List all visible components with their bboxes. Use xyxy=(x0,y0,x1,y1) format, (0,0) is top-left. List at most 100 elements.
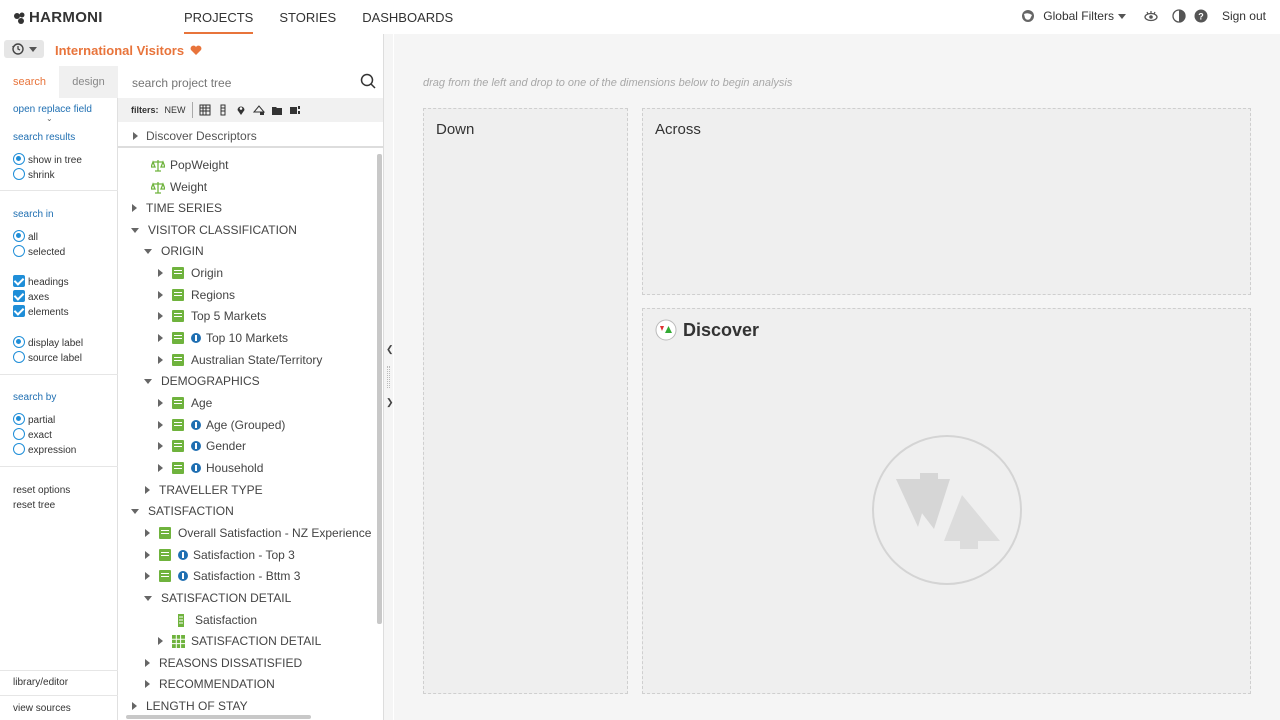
nav-stories[interactable]: STORIES xyxy=(279,0,336,34)
tree-row-household[interactable]: Household xyxy=(158,458,263,478)
expand-arrow-icon[interactable] xyxy=(145,572,150,580)
tree-row-age[interactable]: Age xyxy=(158,393,212,413)
tree-row-origin[interactable]: Origin xyxy=(158,263,223,283)
info-icon[interactable] xyxy=(191,463,201,473)
column-filter-icon[interactable] xyxy=(217,104,229,116)
headings-checkbox[interactable]: headings xyxy=(13,275,69,288)
nav-dashboards[interactable]: DASHBOARDS xyxy=(362,0,453,34)
source-label-radio[interactable]: source label xyxy=(13,351,82,364)
expand-arrow-icon[interactable] xyxy=(145,486,150,494)
tree-row-satisfaction-folder[interactable]: SATISFACTION xyxy=(131,501,234,521)
info-icon[interactable] xyxy=(191,441,201,451)
tree-row-satisfaction-detail-folder[interactable]: SATISFACTION DETAIL xyxy=(144,588,291,608)
tree-row-traveller-type[interactable]: TRAVELLER TYPE xyxy=(145,480,263,500)
tree-row-overall-satisfaction[interactable]: Overall Satisfaction - NZ Experience xyxy=(145,523,371,543)
sign-out-link[interactable]: Sign out xyxy=(1222,9,1266,23)
tree-row-recommendation[interactable]: RECOMMENDATION xyxy=(145,674,275,694)
tree-row-length-of-stay[interactable]: LENGTH OF STAY xyxy=(132,696,248,714)
global-filters-button[interactable]: Global Filters xyxy=(1043,9,1126,23)
library-editor-link[interactable]: library/editor xyxy=(13,677,68,688)
collapse-arrow-icon[interactable] xyxy=(144,248,152,254)
tree-row-popweight[interactable]: PopWeight xyxy=(151,155,228,175)
heart-icon[interactable] xyxy=(190,45,202,56)
expand-arrow-icon[interactable] xyxy=(158,356,163,364)
expand-arrow-icon[interactable] xyxy=(145,551,150,559)
expand-arrow-icon[interactable] xyxy=(145,659,150,667)
search-icon[interactable] xyxy=(360,73,376,89)
tree-row-top-5-markets[interactable]: Top 5 Markets xyxy=(158,306,266,326)
tree-row-satisfaction-bttm-3[interactable]: Satisfaction - Bttm 3 xyxy=(145,566,300,586)
expand-arrow-icon[interactable] xyxy=(158,442,163,450)
info-icon[interactable] xyxy=(191,333,201,343)
reset-tree-link[interactable]: reset tree xyxy=(13,500,55,511)
grid-filter-icon[interactable] xyxy=(199,104,211,116)
chevron-down-icon[interactable]: ⌄ xyxy=(46,114,53,123)
info-icon[interactable] xyxy=(191,420,201,430)
across-drop-zone[interactable]: Across xyxy=(642,108,1251,295)
table-filter-icon[interactable] xyxy=(289,104,301,116)
tree-vertical-scrollbar[interactable] xyxy=(377,154,382,624)
location-pin-icon[interactable] xyxy=(235,104,247,116)
info-icon[interactable] xyxy=(178,550,188,560)
expand-arrow-icon[interactable] xyxy=(158,464,163,472)
reset-options-link[interactable]: reset options xyxy=(13,485,70,496)
nav-projects[interactable]: PROJECTS xyxy=(184,0,254,34)
expand-arrow-icon[interactable] xyxy=(145,680,150,688)
collapse-left-icon[interactable]: ❮ xyxy=(386,344,394,355)
help-icon[interactable]: ? xyxy=(1194,9,1208,23)
tree-row-top-10-markets[interactable]: Top 10 Markets xyxy=(158,328,288,348)
discover-drop-zone[interactable]: Discover xyxy=(642,308,1251,694)
hierarchy-filter-icon[interactable] xyxy=(252,104,265,116)
info-icon[interactable] xyxy=(178,571,188,581)
shrink-radio[interactable]: shrink xyxy=(13,168,55,181)
down-drop-zone[interactable]: Down xyxy=(423,108,628,694)
filter-new-button[interactable]: NEW xyxy=(165,105,186,115)
folder-filter-icon[interactable] xyxy=(271,104,283,116)
collapse-arrow-icon[interactable] xyxy=(131,227,139,233)
collapse-arrow-icon[interactable] xyxy=(144,378,152,384)
exact-radio[interactable]: exact xyxy=(13,428,52,441)
collapse-arrow-icon[interactable] xyxy=(131,508,139,514)
search-in-selected-radio[interactable]: selected xyxy=(13,245,65,258)
tree-row-regions[interactable]: Regions xyxy=(158,285,235,305)
tree-horizontal-scrollbar[interactable] xyxy=(126,715,311,719)
partial-radio[interactable]: partial xyxy=(13,413,55,426)
expand-arrow-icon[interactable] xyxy=(132,702,137,710)
tree-search-input[interactable] xyxy=(132,74,352,92)
tree-row-demographics[interactable]: DEMOGRAPHICS xyxy=(144,371,260,391)
harmoni-logo[interactable]: HARMONI xyxy=(13,9,103,26)
expand-arrow-icon[interactable] xyxy=(158,637,163,645)
expand-arrow-icon[interactable] xyxy=(158,312,163,320)
tree-row-origin-folder[interactable]: ORIGIN xyxy=(144,241,204,261)
axes-checkbox[interactable]: axes xyxy=(13,290,49,303)
tree-row-age-grouped[interactable]: Age (Grouped) xyxy=(158,415,285,435)
expand-arrow-icon[interactable] xyxy=(158,269,163,277)
tree-row-satisfaction-detail[interactable]: SATISFACTION DETAIL xyxy=(158,631,321,651)
tree-row-reasons-dissatisfied[interactable]: REASONS DISSATISFIED xyxy=(145,653,302,673)
search-in-all-radio[interactable]: all xyxy=(13,230,38,243)
tree-row-weight[interactable]: Weight xyxy=(151,177,207,197)
tab-design[interactable]: design xyxy=(59,66,118,98)
tree-row-visitor-classification[interactable]: VISITOR CLASSIFICATION xyxy=(131,220,297,240)
tab-search[interactable]: search xyxy=(0,66,59,98)
expand-arrow-icon[interactable] xyxy=(158,399,163,407)
panel-splitter[interactable]: ❮ ❯ xyxy=(383,34,394,720)
tree-row-gender[interactable]: Gender xyxy=(158,436,246,456)
contrast-icon[interactable] xyxy=(1172,9,1186,23)
expand-arrow-icon[interactable] xyxy=(132,204,137,212)
expand-right-icon[interactable]: ❯ xyxy=(386,397,394,408)
show-in-tree-radio[interactable]: show in tree xyxy=(13,153,82,166)
expand-arrow-icon[interactable] xyxy=(158,421,163,429)
history-button[interactable] xyxy=(4,40,44,58)
expand-arrow-icon[interactable] xyxy=(145,529,150,537)
tree-row-time-series[interactable]: TIME SERIES xyxy=(132,198,222,218)
collapse-arrow-icon[interactable] xyxy=(144,595,152,601)
expand-arrow-icon[interactable] xyxy=(158,291,163,299)
tree-row-satisfaction[interactable]: Satisfaction xyxy=(177,610,257,630)
display-label-radio[interactable]: display label xyxy=(13,336,83,349)
expand-arrow-icon[interactable] xyxy=(158,334,163,342)
elements-checkbox[interactable]: elements xyxy=(13,305,69,318)
tree-row-australian-state[interactable]: Australian State/Territory xyxy=(158,350,322,370)
discover-descriptors-row[interactable]: Discover Descriptors xyxy=(118,124,383,148)
view-sources-link[interactable]: view sources xyxy=(13,703,71,714)
